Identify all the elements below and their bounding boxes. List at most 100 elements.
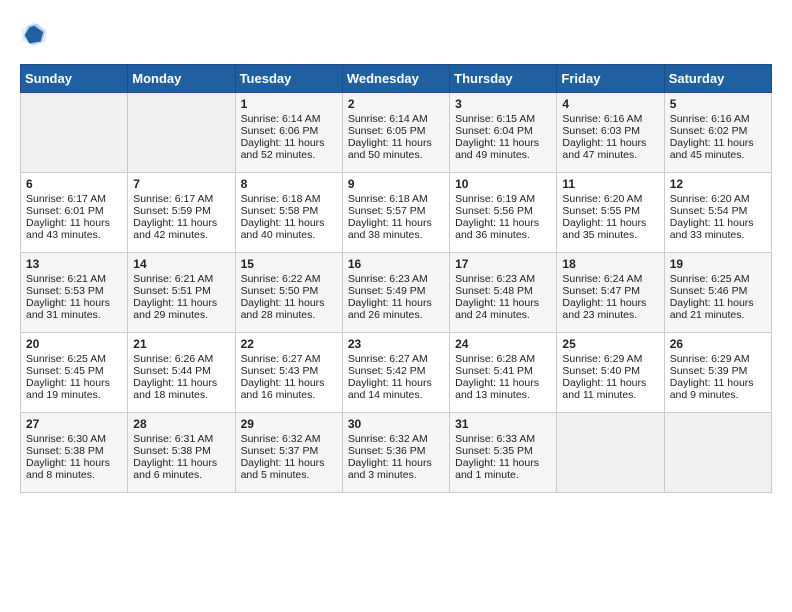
sunset-text: Sunset: 5:48 PM	[455, 285, 551, 297]
day-number: 22	[241, 337, 337, 351]
calendar-table: SundayMondayTuesdayWednesdayThursdayFrid…	[20, 64, 772, 493]
sunrise-text: Sunrise: 6:27 AM	[348, 353, 444, 365]
daylight-text: Daylight: 11 hours and 9 minutes.	[670, 377, 766, 401]
sunset-text: Sunset: 6:01 PM	[26, 205, 122, 217]
day-number: 6	[26, 177, 122, 191]
sunrise-text: Sunrise: 6:25 AM	[26, 353, 122, 365]
day-number: 12	[670, 177, 766, 191]
sunset-text: Sunset: 5:36 PM	[348, 445, 444, 457]
calendar-header-row: SundayMondayTuesdayWednesdayThursdayFrid…	[21, 65, 772, 93]
daylight-text: Daylight: 11 hours and 13 minutes.	[455, 377, 551, 401]
sunrise-text: Sunrise: 6:30 AM	[26, 433, 122, 445]
sunset-text: Sunset: 5:35 PM	[455, 445, 551, 457]
sunrise-text: Sunrise: 6:31 AM	[133, 433, 229, 445]
calendar-cell: 12Sunrise: 6:20 AMSunset: 5:54 PMDayligh…	[664, 173, 771, 253]
column-header-saturday: Saturday	[664, 65, 771, 93]
sunrise-text: Sunrise: 6:25 AM	[670, 273, 766, 285]
daylight-text: Daylight: 11 hours and 14 minutes.	[348, 377, 444, 401]
calendar-week-row: 6 Sunrise: 6:17 AMSunset: 6:01 PM Daylight…	[21, 173, 772, 253]
calendar-cell: 16Sunrise: 6:23 AMSunset: 5:49 PMDayligh…	[342, 253, 449, 333]
sunset-text: Sunset: 5:53 PM	[26, 285, 122, 297]
daylight-text: Daylight: 11 hours and 52 minutes.	[241, 137, 337, 161]
sunset-text: Sunset: 5:46 PM	[670, 285, 766, 297]
day-number: 19	[670, 257, 766, 271]
sunrise-text: Sunrise: 6:29 AM	[670, 353, 766, 365]
column-header-friday: Friday	[557, 65, 664, 93]
sunset-text: Sunset: 5:37 PM	[241, 445, 337, 457]
sunset-text: Sunset: 6:05 PM	[348, 125, 444, 137]
sunset-text: Sunset: 5:49 PM	[348, 285, 444, 297]
daylight-text: Daylight: 11 hours and 26 minutes.	[348, 297, 444, 321]
daylight-text: Daylight: 11 hours and 5 minutes.	[241, 457, 337, 481]
day-number: 30	[348, 417, 444, 431]
daylight-text: Daylight: 11 hours and 11 minutes.	[562, 377, 658, 401]
sunset-text: Sunset: 5:47 PM	[562, 285, 658, 297]
calendar-cell: 10Sunrise: 6:19 AMSunset: 5:56 PMDayligh…	[450, 173, 557, 253]
calendar-cell: 28Sunrise: 6:31 AMSunset: 5:38 PMDayligh…	[128, 413, 235, 493]
sunset-text: Sunset: 5:38 PM	[26, 445, 122, 457]
day-number: 4	[562, 97, 658, 111]
calendar-cell: 26Sunrise: 6:29 AMSunset: 5:39 PMDayligh…	[664, 333, 771, 413]
daylight-text: Daylight: 11 hours and 31 minutes.	[26, 297, 122, 321]
calendar-cell: 27Sunrise: 6:30 AMSunset: 5:38 PMDayligh…	[21, 413, 128, 493]
sunset-text: Sunset: 6:04 PM	[455, 125, 551, 137]
sunrise-text: Sunrise: 6:32 AM	[348, 433, 444, 445]
sunset-text: Sunset: 5:55 PM	[562, 205, 658, 217]
sunrise-text: Sunrise: 6:20 AM	[562, 193, 658, 205]
day-number: 8	[241, 177, 337, 191]
day-number: 1	[241, 97, 337, 111]
day-number: 5	[670, 97, 766, 111]
logo	[20, 20, 52, 48]
calendar-cell: 5Sunrise: 6:16 AMSunset: 6:02 PMDaylight…	[664, 93, 771, 173]
sunset-text: Sunset: 5:58 PM	[241, 205, 337, 217]
sunrise-text: Sunrise: 6:14 AM	[348, 113, 444, 125]
sunrise-text: Sunrise: 6:21 AM	[133, 273, 229, 285]
daylight-text: Daylight: 11 hours and 3 minutes.	[348, 457, 444, 481]
daylight-text: Daylight: 11 hours and 18 minutes.	[133, 377, 229, 401]
daylight-text: Daylight: 11 hours and 8 minutes.	[26, 457, 122, 481]
calendar-cell: 7Sunrise: 6:17 AMSunset: 5:59 PMDaylight…	[128, 173, 235, 253]
calendar-cell: 6Sunrise: 6:17 AMSunset: 6:01 PMDaylight…	[21, 173, 128, 253]
sunset-text: Sunset: 5:59 PM	[133, 205, 229, 217]
calendar-cell: 25Sunrise: 6:29 AMSunset: 5:40 PMDayligh…	[557, 333, 664, 413]
calendar-cell: 22Sunrise: 6:27 AMSunset: 5:43 PMDayligh…	[235, 333, 342, 413]
day-number: 21	[133, 337, 229, 351]
calendar-cell: 14Sunrise: 6:21 AMSunset: 5:51 PMDayligh…	[128, 253, 235, 333]
day-number: 2	[348, 97, 444, 111]
daylight-text: Daylight: 11 hours and 45 minutes.	[670, 137, 766, 161]
daylight-text: Daylight: 11 hours and 38 minutes.	[348, 217, 444, 241]
sunset-text: Sunset: 5:41 PM	[455, 365, 551, 377]
calendar-cell: 8Sunrise: 6:18 AMSunset: 5:58 PMDaylight…	[235, 173, 342, 253]
calendar-cell: 24 Sunrise: 6:28 AMSunset: 5:41 PMDayligh…	[450, 333, 557, 413]
daylight-text: Daylight: 11 hours and 36 minutes.	[455, 217, 551, 241]
daylight-text: Daylight: 11 hours and 49 minutes.	[455, 137, 551, 161]
day-number: 13	[26, 257, 122, 271]
calendar-cell	[21, 93, 128, 173]
sunrise-text: Sunrise: 6:27 AM	[241, 353, 337, 365]
sunrise-text: Sunrise: 6:16 AM	[562, 113, 658, 125]
day-number: 24	[455, 337, 551, 351]
calendar-cell: 4Sunrise: 6:16 AMSunset: 6:03 PMDaylight…	[557, 93, 664, 173]
daylight-text: Daylight: 11 hours and 19 minutes.	[26, 377, 122, 401]
sunset-text: Sunset: 5:45 PM	[26, 365, 122, 377]
sunset-text: Sunset: 5:44 PM	[133, 365, 229, 377]
daylight-text: Daylight: 11 hours and 24 minutes.	[455, 297, 551, 321]
daylight-text: Daylight: 11 hours and 6 minutes.	[133, 457, 229, 481]
calendar-cell	[664, 413, 771, 493]
sunrise-text: Sunrise: 6:33 AM	[455, 433, 551, 445]
calendar-cell: 19 Sunrise: 6:25 AMSunset: 5:46 PMDayligh…	[664, 253, 771, 333]
day-number: 10	[455, 177, 551, 191]
day-number: 23	[348, 337, 444, 351]
sunrise-text: Sunrise: 6:21 AM	[26, 273, 122, 285]
daylight-text: Daylight: 11 hours and 21 minutes.	[670, 297, 766, 321]
sunset-text: Sunset: 5:40 PM	[562, 365, 658, 377]
sunset-text: Sunset: 5:57 PM	[348, 205, 444, 217]
sunrise-text: Sunrise: 6:28 AM	[455, 353, 551, 365]
day-number: 26	[670, 337, 766, 351]
column-header-sunday: Sunday	[21, 65, 128, 93]
day-number: 25	[562, 337, 658, 351]
day-number: 17	[455, 257, 551, 271]
calendar-cell: 11Sunrise: 6:20 AMSunset: 5:55 PMDayligh…	[557, 173, 664, 253]
sunrise-text: Sunrise: 6:17 AM	[26, 193, 122, 205]
calendar-cell: 13 Sunrise: 6:21 AMSunset: 5:53 PMDayligh…	[21, 253, 128, 333]
